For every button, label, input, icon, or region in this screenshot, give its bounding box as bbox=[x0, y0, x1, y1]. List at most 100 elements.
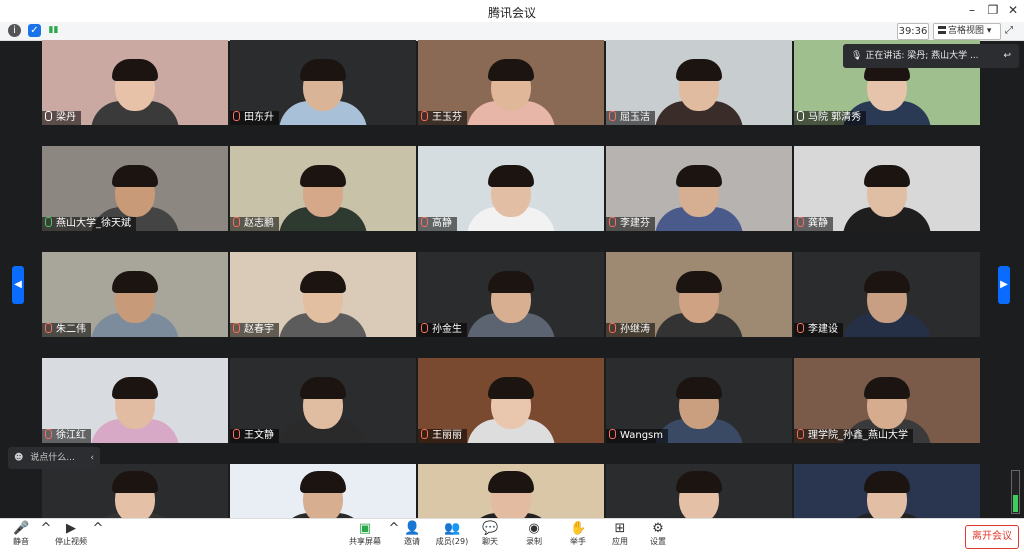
info-icon[interactable]: i bbox=[8, 24, 21, 37]
record-button[interactable]: ◉ 录制 bbox=[520, 521, 548, 551]
video-tile[interactable]: 理学院_孙鑫_燕山大学 bbox=[794, 358, 980, 443]
participant-head bbox=[300, 471, 346, 523]
apps-label: 应用 bbox=[612, 537, 628, 546]
maximize-button[interactable]: ❐ bbox=[985, 2, 1001, 18]
prev-page-button[interactable]: ◀ bbox=[12, 266, 24, 304]
share-options-chevron[interactable]: ^ bbox=[386, 521, 400, 551]
video-tile[interactable]: 赵志鹏 bbox=[230, 146, 416, 231]
invite-button[interactable]: 👤 邀请 bbox=[398, 521, 426, 551]
raise-hand-label: 举手 bbox=[570, 537, 586, 546]
video-tile[interactable]: Wangsm bbox=[606, 358, 792, 443]
mic-icon bbox=[797, 111, 804, 121]
next-page-button[interactable]: ▶ bbox=[998, 266, 1010, 304]
participant-name: 马院 郭清秀 bbox=[808, 112, 862, 123]
apps-button[interactable]: ⊞ 应用 bbox=[606, 521, 634, 551]
video-tile[interactable]: 高静 bbox=[418, 146, 604, 231]
participant-hair bbox=[864, 271, 910, 293]
mute-options-chevron[interactable]: ^ bbox=[38, 521, 52, 551]
mic-muted-icon bbox=[45, 323, 52, 333]
participant-name-chip: 王文静 bbox=[230, 429, 279, 443]
stop-video-button[interactable]: ▶ 停止视频 bbox=[54, 521, 88, 551]
participant-head bbox=[488, 165, 534, 217]
mic-muted-icon bbox=[421, 111, 428, 121]
participant-name-chip: 龚静 bbox=[794, 217, 833, 231]
video-tile[interactable]: 李建芬 bbox=[606, 146, 792, 231]
participant-head bbox=[112, 471, 158, 523]
view-mode-button[interactable]: 宫格视图 ▾ bbox=[933, 23, 1001, 40]
raise-hand-button[interactable]: ✋ 举手 bbox=[564, 521, 592, 551]
video-options-chevron[interactable]: ^ bbox=[90, 521, 104, 551]
participant-name-chip: 徐江红 bbox=[42, 429, 91, 443]
video-tile[interactable]: 李建设 bbox=[794, 252, 980, 337]
members-button[interactable]: 👥 成员(29) bbox=[434, 521, 470, 551]
participant-name-chip: 高静 bbox=[418, 217, 457, 231]
mic-muted-icon bbox=[233, 111, 240, 121]
settings-label: 设置 bbox=[650, 537, 666, 546]
video-tile[interactable]: 燕山大学_徐天斌 bbox=[42, 146, 228, 231]
video-tile[interactable]: 孙继涛 bbox=[606, 252, 792, 337]
video-tile[interactable]: 龚静 bbox=[794, 146, 980, 231]
mute-button[interactable]: 🎤 静音 bbox=[8, 521, 34, 551]
minimize-button[interactable]: – bbox=[964, 2, 980, 18]
fullscreen-icon[interactable]: ⤢ bbox=[1005, 23, 1019, 38]
participant-name: 田东升 bbox=[244, 112, 274, 123]
participant-name: 孙继涛 bbox=[620, 324, 650, 335]
participant-hair bbox=[864, 165, 910, 187]
participant-name: 屈玉洁 bbox=[620, 112, 650, 123]
share-screen-button[interactable]: ▣ 共享屏幕 bbox=[346, 521, 384, 551]
chat-label: 聊天 bbox=[482, 537, 498, 546]
participant-hair bbox=[676, 165, 722, 187]
hand-icon: ✋ bbox=[570, 521, 587, 536]
participant-head bbox=[864, 377, 910, 429]
microphone-icon: 🎤 bbox=[13, 521, 30, 536]
participant-name-chip: 理学院_孙鑫_燕山大学 bbox=[794, 429, 913, 443]
video-tile[interactable]: 王文静 bbox=[230, 358, 416, 443]
settings-button[interactable]: ⚙ 设置 bbox=[644, 521, 672, 551]
video-tile[interactable]: 徐江红 bbox=[42, 358, 228, 443]
mic-muted-icon bbox=[609, 111, 616, 121]
record-label: 录制 bbox=[526, 537, 542, 546]
chat-button[interactable]: 💬 聊天 bbox=[476, 521, 504, 551]
video-tile[interactable]: 田东升 bbox=[230, 40, 416, 125]
video-tile[interactable]: 屈玉洁 bbox=[606, 40, 792, 125]
participant-hair bbox=[300, 377, 346, 399]
speaking-indicator: 🎙 正在讲话: 梁丹; 燕山大学 ... ↩ bbox=[843, 44, 1019, 68]
collapse-icon[interactable]: ‹ bbox=[90, 447, 94, 469]
participant-head bbox=[864, 165, 910, 217]
participant-head bbox=[488, 271, 534, 323]
chat-quick-input[interactable]: ☻ 说点什么... ‹ bbox=[8, 447, 100, 469]
video-tile[interactable]: 王丽丽 bbox=[418, 358, 604, 443]
shield-icon[interactable]: ✓ bbox=[28, 24, 41, 37]
participant-name: 赵志鹏 bbox=[244, 218, 274, 229]
video-tile[interactable]: 赵春宇 bbox=[230, 252, 416, 337]
video-tile[interactable]: 王玉芬 bbox=[418, 40, 604, 125]
video-tile[interactable]: 梁丹 bbox=[42, 40, 228, 125]
participant-name: 理学院_孙鑫_燕山大学 bbox=[808, 430, 908, 441]
participant-head bbox=[300, 59, 346, 111]
mic-muted-icon bbox=[797, 429, 804, 439]
participant-name: 赵春宇 bbox=[244, 324, 274, 335]
participant-name: 李建设 bbox=[808, 324, 838, 335]
participant-name: 高静 bbox=[432, 218, 452, 229]
camera-icon: ▶ bbox=[66, 521, 76, 536]
members-icon: 👥 bbox=[444, 521, 461, 536]
participant-hair bbox=[676, 271, 722, 293]
video-tile[interactable]: 孙金生 bbox=[418, 252, 604, 337]
speaking-text: 正在讲话: 梁丹; 燕山大学 ... bbox=[865, 51, 979, 61]
video-tile[interactable]: 朱二伟 bbox=[42, 252, 228, 337]
close-button[interactable]: ✕ bbox=[1005, 2, 1021, 18]
signal-icon[interactable]: ▮▮ bbox=[47, 24, 60, 37]
participant-hair bbox=[676, 59, 722, 81]
participant-head bbox=[864, 59, 910, 111]
participant-hair bbox=[112, 165, 158, 187]
leave-meeting-button[interactable]: 离开会议 bbox=[965, 525, 1019, 549]
window-title: 腾讯会议 bbox=[487, 6, 536, 20]
participant-hair bbox=[112, 59, 158, 81]
participant-name: 燕山大学_徐天斌 bbox=[56, 218, 131, 229]
participant-head bbox=[864, 471, 910, 523]
emoji-icon[interactable]: ☻ bbox=[14, 453, 23, 463]
chat-icon: 💬 bbox=[482, 521, 499, 536]
video-grid: 梁丹 田东升 王玉芬 屈玉洁 马院 郭清秀燕山大学_徐天斌 赵志鹏 高静 李建芬 龚静朱二伟 赵春… bbox=[42, 40, 980, 537]
participant-hair bbox=[488, 377, 534, 399]
participant-head bbox=[676, 377, 722, 429]
